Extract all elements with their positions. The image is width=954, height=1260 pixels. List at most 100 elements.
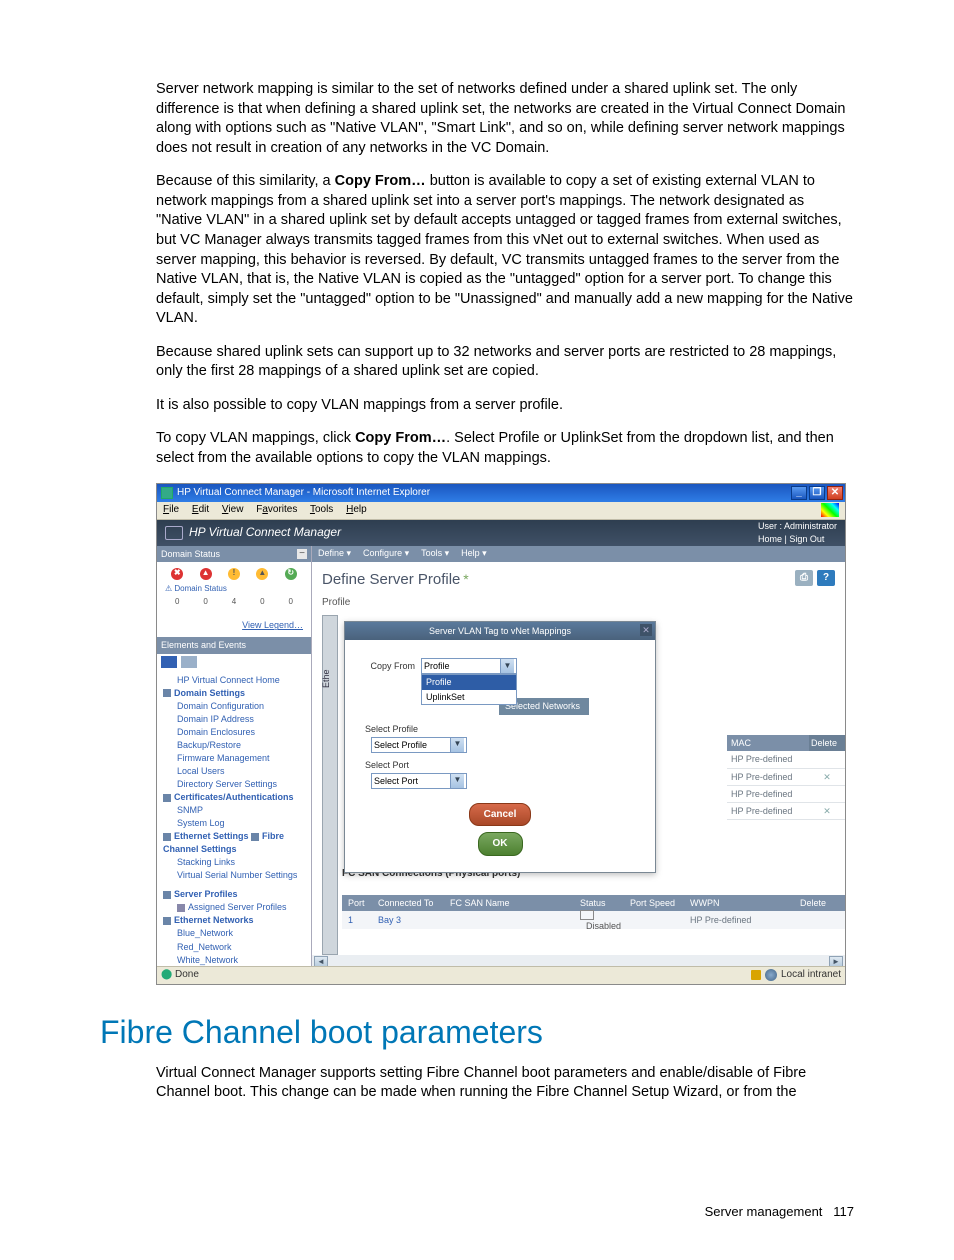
- nav-home[interactable]: HP Virtual Connect Home: [163, 674, 309, 687]
- collapse-icon[interactable]: −: [297, 549, 307, 559]
- close-button[interactable]: ✕: [827, 486, 843, 500]
- nav-ethernet-settings[interactable]: Ethernet Settings: [163, 831, 249, 841]
- content-area: Ethe Server VLAN Tag to vNet Mappings ✕ …: [312, 615, 845, 955]
- nav-local-users[interactable]: Local Users: [163, 765, 309, 778]
- print-icon[interactable]: ⎙: [795, 570, 813, 586]
- p2-tail: button is available to copy a set of exi…: [156, 173, 853, 326]
- hp-logo-icon: [165, 526, 183, 540]
- paragraph-1: Server network mapping is similar to the…: [100, 80, 854, 158]
- cancel-button[interactable]: Cancel: [469, 803, 532, 827]
- ok-button[interactable]: OK: [478, 832, 523, 856]
- elements-events-header: Elements and Events: [157, 637, 311, 653]
- intranet-icon: [765, 969, 777, 981]
- lock-icon: [751, 970, 761, 980]
- dialog-close-icon[interactable]: ✕: [640, 624, 652, 636]
- mac-cell: HP Pre-defined: [727, 753, 809, 765]
- mac-header: MAC: [727, 735, 809, 751]
- dropdown-option-uplinkset[interactable]: UplinkSet: [422, 690, 516, 704]
- count-0: 0: [175, 597, 179, 608]
- menu-tools[interactable]: Tools ▾: [421, 547, 449, 559]
- nav-directory-server[interactable]: Directory Server Settings: [163, 778, 309, 791]
- scroll-left-icon[interactable]: ◄: [314, 956, 328, 965]
- nav-domain-ip[interactable]: Domain IP Address: [163, 713, 309, 726]
- status-done: Done: [175, 969, 199, 980]
- sidebar: Domain Status − ✖ ▲ ! ▲ ↻ ⚠ Domain Statu…: [157, 546, 312, 966]
- sidebar-domain-status-header: Domain Status −: [157, 546, 311, 562]
- ie-menu-tools[interactable]: Tools: [310, 504, 333, 515]
- view-toggle-tree-icon[interactable]: [161, 656, 177, 668]
- nav-blue-net[interactable]: Blue_Network: [163, 927, 309, 940]
- nav-white-net[interactable]: White_Network: [163, 954, 309, 966]
- dropdown-option-profile[interactable]: Profile: [422, 675, 516, 689]
- nav-firmware[interactable]: Firmware Management: [163, 752, 309, 765]
- checkbox-icon[interactable]: [580, 910, 594, 920]
- nav-assigned-profiles[interactable]: Assigned Server Profiles: [163, 901, 309, 914]
- chevron-down-icon[interactable]: ▼: [500, 659, 514, 673]
- page-footer: Server management 117: [100, 1203, 854, 1221]
- ie-menu-help[interactable]: Help: [346, 504, 367, 515]
- status-error-icon: ▲: [200, 568, 212, 580]
- delete-x-icon[interactable]: ✕: [809, 805, 845, 817]
- nav-stacking-links[interactable]: Stacking Links: [163, 856, 309, 869]
- minimize-button[interactable]: _: [791, 486, 807, 500]
- delete-x-icon[interactable]: [809, 753, 845, 765]
- copy-from-select[interactable]: Profile ▼: [421, 658, 517, 674]
- modified-indicator: *: [463, 571, 468, 587]
- count-1: 0: [203, 597, 207, 608]
- nav-snmp[interactable]: SNMP: [163, 804, 309, 817]
- select-port-dropdown[interactable]: Select Port ▼: [371, 773, 467, 789]
- delete-x-icon[interactable]: [809, 788, 845, 800]
- app-title: HP Virtual Connect Manager: [189, 524, 341, 540]
- nav-domain-enclosures[interactable]: Domain Enclosures: [163, 726, 309, 739]
- scroll-right-icon[interactable]: ►: [829, 956, 843, 965]
- main-hscroll[interactable]: ◄ ►: [312, 955, 845, 965]
- dialog-titlebar: Server VLAN Tag to vNet Mappings ✕: [345, 622, 655, 640]
- copy-from-bold: Copy From…: [335, 173, 426, 189]
- paragraph-after: Virtual Connect Manager supports setting…: [100, 1064, 854, 1103]
- ie-menu-favorites[interactable]: Favorites: [256, 504, 297, 515]
- nav-syslog[interactable]: System Log: [163, 817, 309, 830]
- menu-help[interactable]: Help ▾: [461, 547, 487, 559]
- fc-col-delete: Delete: [794, 897, 845, 909]
- copy-from-label: Copy From: [359, 660, 415, 672]
- fc-col-port: Port: [342, 897, 372, 909]
- nav-vsn-settings[interactable]: Virtual Serial Number Settings: [163, 869, 309, 882]
- maximize-button[interactable]: ❐: [809, 486, 825, 500]
- ie-menubar: File Edit View Favorites Tools Help: [157, 502, 845, 520]
- delete-x-icon[interactable]: ✕: [809, 771, 845, 783]
- nav-domain-settings[interactable]: Domain Settings: [163, 688, 245, 698]
- nav-red-net[interactable]: Red_Network: [163, 941, 309, 954]
- domain-status-panel: ✖ ▲ ! ▲ ↻ ⚠ Domain Status 0 0 4 0 0: [157, 562, 311, 616]
- select-profile-dropdown[interactable]: Select Profile ▼: [371, 737, 467, 753]
- embedded-screenshot: HP Virtual Connect Manager - Microsoft I…: [156, 483, 846, 985]
- paragraph-2: Because of this similarity, a Copy From……: [100, 172, 854, 329]
- nav-server-profiles[interactable]: Server Profiles: [163, 889, 238, 899]
- nav-certs[interactable]: Certificates/Authentications: [163, 792, 294, 802]
- fc-san-table: Port Connected To FC SAN Name Status Por…: [342, 895, 845, 929]
- help-icon[interactable]: ?: [817, 570, 835, 586]
- ie-menu-file[interactable]: File: [163, 504, 179, 515]
- view-toggle-list-icon[interactable]: [181, 656, 197, 668]
- ie-statusbar: ⬤ Done Local intranet: [157, 966, 845, 984]
- menu-define[interactable]: Define ▾: [318, 547, 351, 559]
- footer-page: 117: [833, 1204, 854, 1219]
- domain-status-row-label: Domain Status: [174, 584, 226, 593]
- view-legend-link[interactable]: View Legend…: [157, 615, 311, 637]
- count-2: 4: [232, 597, 236, 608]
- ie-menu-view[interactable]: View: [222, 504, 244, 515]
- ie-menu-edit[interactable]: Edit: [192, 504, 209, 515]
- nav-ethernet-networks[interactable]: Ethernet Networks: [163, 915, 254, 925]
- delete-header: Delete: [809, 735, 845, 751]
- count-4: 0: [289, 597, 293, 608]
- chevron-down-icon[interactable]: ▼: [450, 738, 464, 752]
- chevron-down-icon[interactable]: ▼: [450, 774, 464, 788]
- main-panel: Define ▾ Configure ▾ Tools ▾ Help ▾ Defi…: [312, 546, 845, 966]
- home-signout-links[interactable]: Home | Sign Out: [758, 533, 837, 545]
- domain-status-title: Domain Status: [161, 548, 220, 560]
- menu-configure[interactable]: Configure ▾: [363, 547, 409, 559]
- fc-col-wwpn: WWPN: [684, 897, 794, 909]
- nav-backup-restore[interactable]: Backup/Restore: [163, 739, 309, 752]
- count-3: 0: [260, 597, 264, 608]
- nav-domain-config[interactable]: Domain Configuration: [163, 700, 309, 713]
- copy-from-dropdown-list: Profile UplinkSet: [421, 674, 517, 704]
